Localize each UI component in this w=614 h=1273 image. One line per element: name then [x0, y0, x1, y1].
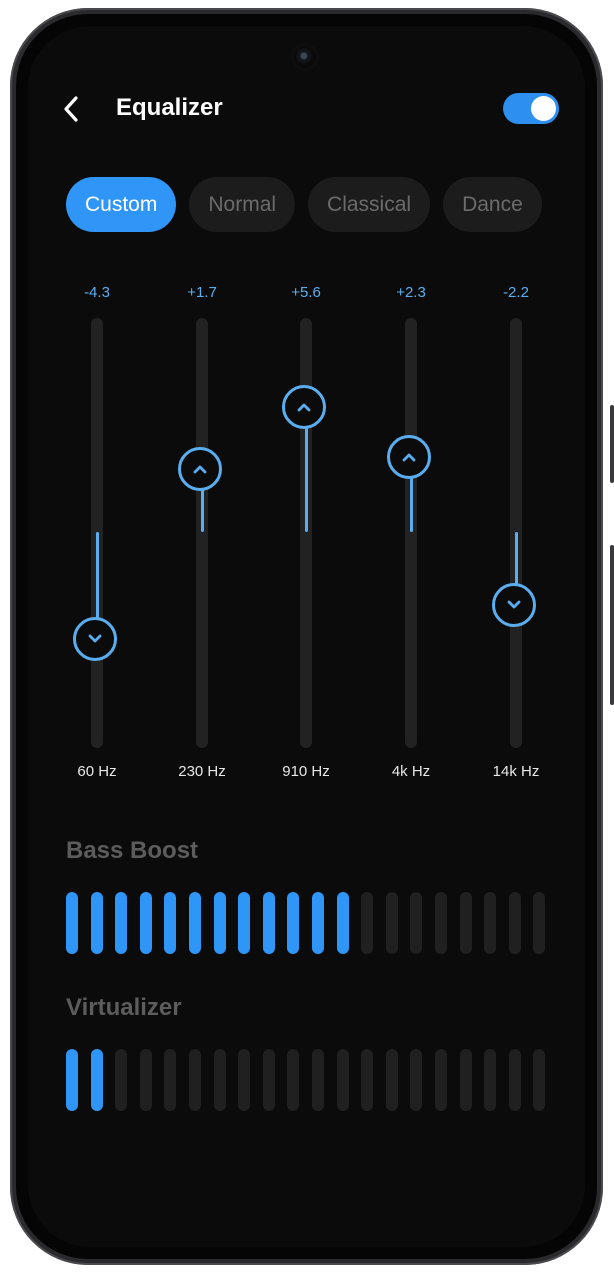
level-segment[interactable]: [188, 1049, 201, 1111]
band-fill: [95, 532, 99, 620]
level-segment[interactable]: [336, 892, 349, 954]
preset-chip-custom[interactable]: Custom: [66, 177, 177, 232]
band-knob[interactable]: [492, 582, 536, 627]
level-segment[interactable]: [262, 892, 275, 954]
preset-label: Normal: [208, 192, 277, 216]
chevron-down-icon: [507, 600, 521, 609]
band-frequency: 14k Hz: [492, 763, 540, 780]
band-fill: [304, 427, 308, 532]
band-value: -2.2: [503, 284, 529, 301]
level-segment[interactable]: [508, 892, 521, 954]
preset-label: Dance: [462, 192, 523, 216]
level-segment[interactable]: [238, 892, 251, 954]
page-title: Equalizer: [116, 94, 223, 121]
power-button: [610, 545, 614, 705]
level-segment[interactable]: [66, 892, 78, 954]
band-track[interactable]: [405, 318, 417, 748]
virtualizer-level[interactable]: [66, 1049, 546, 1111]
band-frequency: 910 Hz: [282, 763, 330, 780]
level-segment[interactable]: [66, 1049, 78, 1111]
level-segment[interactable]: [213, 1049, 226, 1111]
preset-label: Classical: [327, 192, 412, 216]
preset-chip-dance[interactable]: Dance: [443, 177, 542, 232]
bass-boost-title: Bass Boost: [66, 837, 199, 864]
chevron-up-icon: [297, 403, 311, 412]
level-segment[interactable]: [213, 892, 226, 954]
level-segment[interactable]: [139, 1049, 152, 1111]
level-segment[interactable]: [434, 892, 447, 954]
level-segment[interactable]: [164, 892, 177, 954]
level-segment[interactable]: [484, 1049, 497, 1111]
band-track[interactable]: [300, 318, 312, 748]
level-segment[interactable]: [115, 1049, 128, 1111]
band-frequency: 4k Hz: [391, 763, 431, 780]
bass-boost-level[interactable]: [66, 892, 546, 954]
preset-label: Custom: [85, 192, 158, 216]
level-segment[interactable]: [410, 1049, 423, 1111]
band-knob[interactable]: [73, 617, 117, 662]
level-segment[interactable]: [90, 1049, 103, 1111]
band-fill: [514, 532, 518, 585]
level-segment[interactable]: [262, 1049, 275, 1111]
equalizer-toggle[interactable]: [503, 93, 559, 124]
level-segment[interactable]: [508, 1049, 521, 1111]
chevron-down-icon: [88, 634, 102, 643]
preset-chip-classical[interactable]: Classical: [308, 177, 431, 232]
level-segment[interactable]: [385, 892, 398, 954]
level-segment[interactable]: [311, 1049, 324, 1111]
chevron-left-icon: [64, 96, 78, 122]
band-fill: [200, 489, 204, 532]
virtualizer-title: Virtualizer: [66, 994, 182, 1021]
level-segment[interactable]: [188, 892, 201, 954]
level-segment[interactable]: [361, 1049, 374, 1111]
level-segment[interactable]: [484, 892, 497, 954]
level-segment[interactable]: [311, 892, 324, 954]
level-segment[interactable]: [90, 892, 103, 954]
chevron-up-icon: [402, 454, 416, 462]
level-segment[interactable]: [287, 1049, 300, 1111]
level-segment[interactable]: [434, 1049, 447, 1111]
level-segment[interactable]: [336, 1049, 349, 1111]
band-value: -4.3: [84, 284, 110, 301]
preset-list: Custom Normal Classical Dance: [66, 177, 542, 232]
level-segment[interactable]: [459, 892, 472, 954]
volume-button: [610, 405, 614, 483]
band-value: +2.3: [396, 284, 426, 301]
level-segment[interactable]: [410, 892, 423, 954]
band-frequency: 60 Hz: [77, 763, 117, 780]
chevron-up-icon: [193, 466, 207, 474]
front-camera: [294, 46, 316, 68]
level-segment[interactable]: [139, 892, 152, 954]
level-segment[interactable]: [361, 892, 374, 954]
level-segment[interactable]: [533, 1049, 546, 1111]
level-segment[interactable]: [385, 1049, 398, 1111]
toggle-knob: [531, 96, 556, 121]
band-frequency: 230 Hz: [178, 763, 226, 780]
band-value: +5.6: [291, 284, 321, 301]
level-segment[interactable]: [459, 1049, 472, 1111]
band-fill: [409, 477, 413, 532]
band-knob[interactable]: [282, 385, 326, 430]
band-track[interactable]: [196, 318, 208, 748]
back-button[interactable]: [58, 92, 88, 126]
level-segment[interactable]: [287, 892, 300, 954]
band-value: +1.7: [187, 284, 217, 301]
preset-chip-normal[interactable]: Normal: [189, 177, 296, 232]
level-segment[interactable]: [238, 1049, 251, 1111]
level-segment[interactable]: [115, 892, 128, 954]
level-segment[interactable]: [533, 892, 546, 954]
level-segment[interactable]: [164, 1049, 177, 1111]
